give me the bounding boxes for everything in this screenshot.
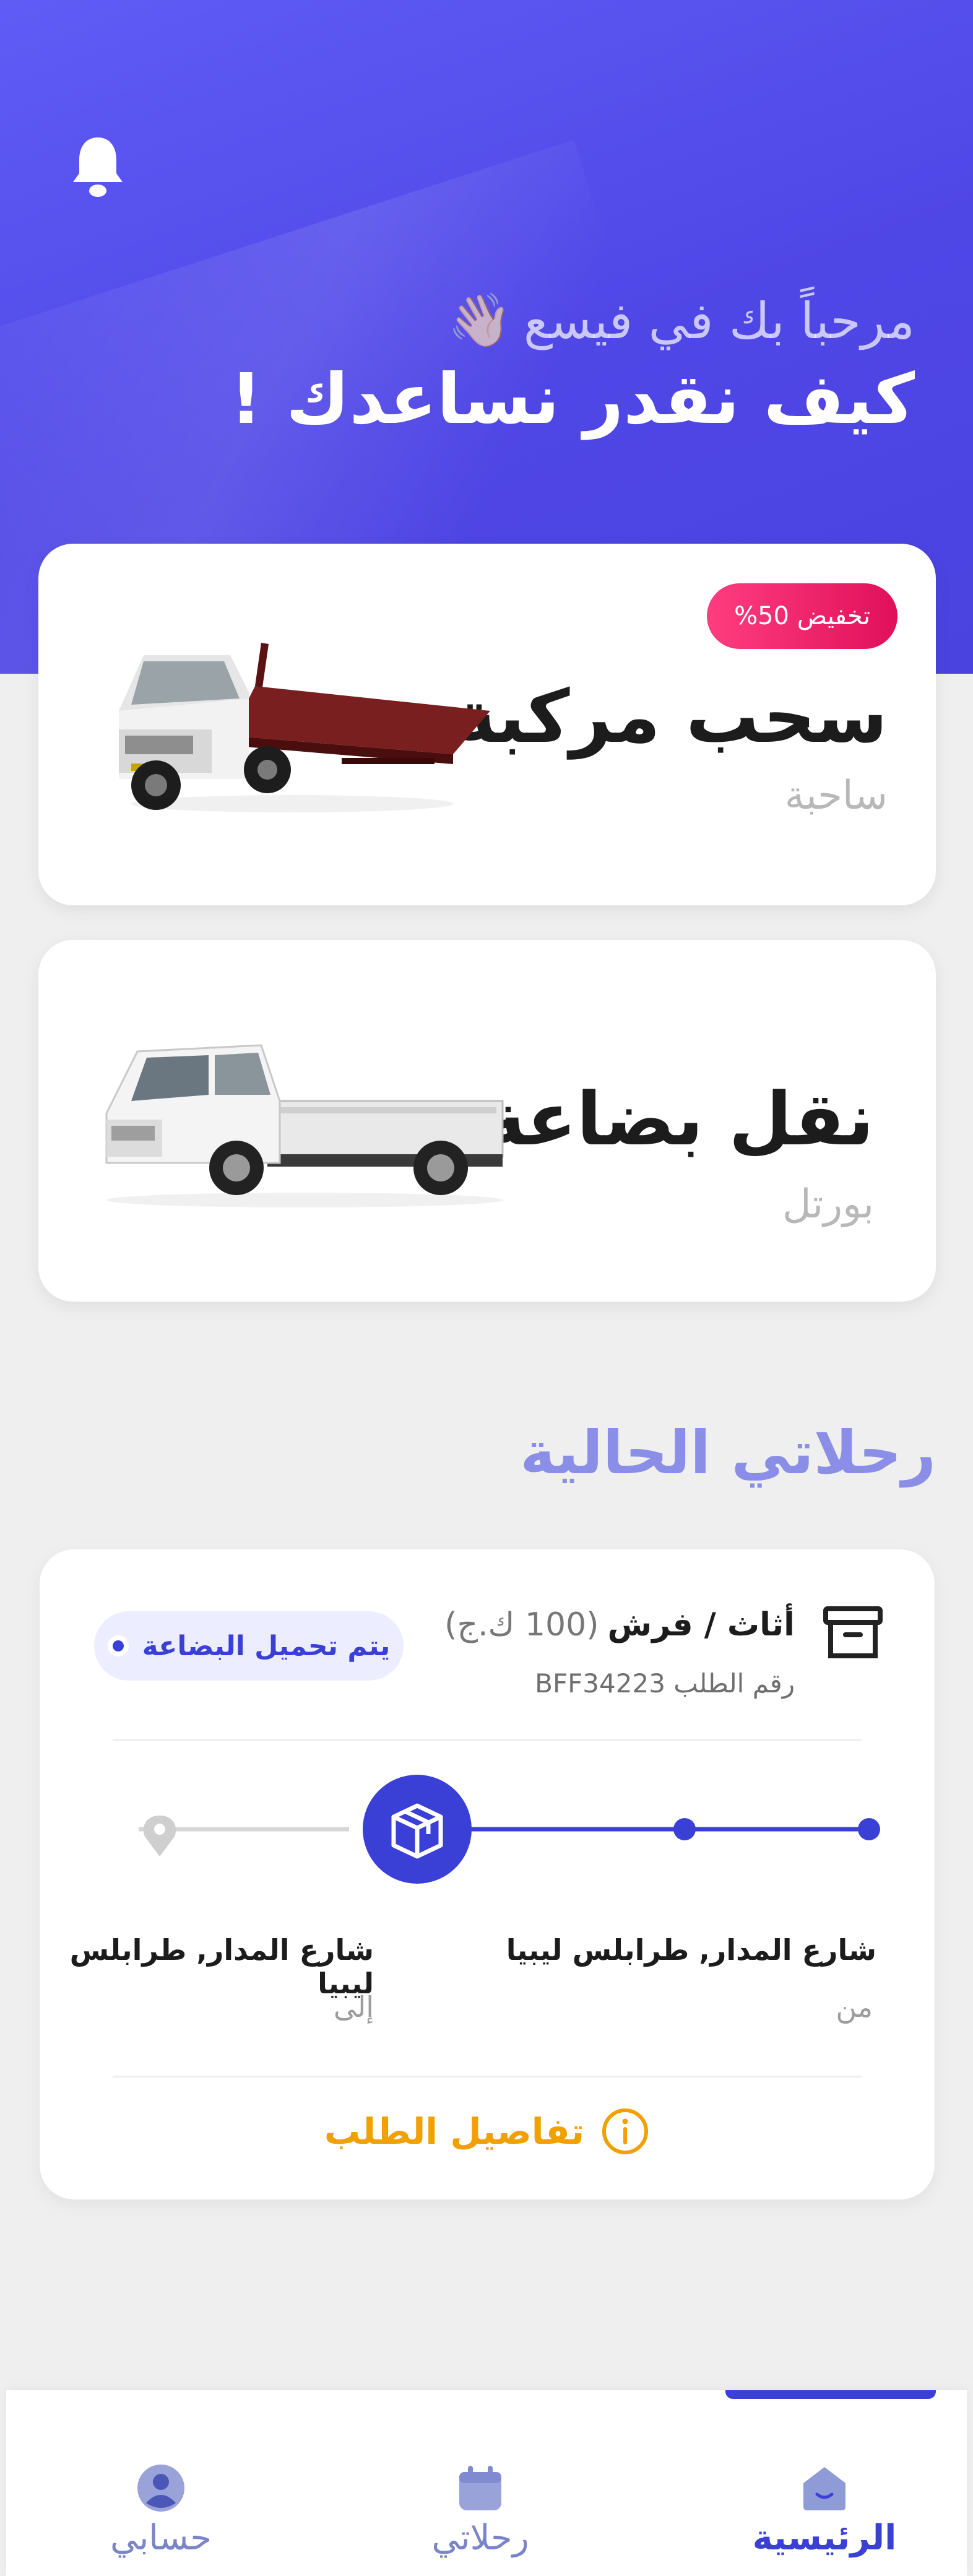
trip-item-name: أثاث / فرش: [607, 1606, 795, 1643]
trip-progress-track: [139, 1775, 880, 1884]
calendar-icon: [459, 2466, 501, 2510]
info-icon: [602, 2108, 649, 2154]
service-subtitle: بورتل: [782, 1181, 874, 1227]
bell-icon[interactable]: [67, 133, 129, 201]
trip-item-title: أثاث / فرش(100 ك.ج): [444, 1606, 795, 1643]
greeting-text: مرحباً بك في فيسع👋🏻: [0, 290, 973, 351]
wave-emoji: 👋🏻: [448, 290, 512, 350]
service-subtitle: ساحبة: [784, 773, 888, 819]
bottom-nav: الرئيسية رحلاتي حسابي: [6, 2390, 967, 2576]
nav-item-account[interactable]: حسابي: [68, 2390, 254, 2576]
trip-item-weight: (100 ك.ج): [444, 1606, 599, 1643]
trip-card[interactable]: أثاث / فرش(100 ك.ج) رقم الطلب BFF34223 ي…: [40, 1549, 935, 2200]
nav-item-home[interactable]: الرئيسية: [732, 2390, 917, 2576]
status-label: يتم تحميل البضاعة: [142, 1630, 391, 1662]
discount-badge: تخفيض 50%: [707, 583, 897, 649]
user-icon: [137, 2465, 184, 2512]
to-label: إلى: [333, 1990, 374, 2024]
service-title: نقل بضاعة: [482, 1076, 874, 1162]
to-address: شارع المدار, طرابلس ليبيا: [69, 1933, 374, 2000]
status-badge: يتم تحميل البضاعة: [94, 1611, 404, 1681]
order-number: رقم الطلب BFF34223: [535, 1668, 795, 1699]
destination-pin-icon: [143, 1816, 176, 1856]
greeting-label: مرحباً بك في فيسع: [523, 292, 915, 350]
nav-label-trips: رحلاتي: [431, 2518, 529, 2558]
nav-item-trips[interactable]: رحلاتي: [387, 2390, 573, 2576]
nav-label-home: الرئيسية: [752, 2518, 897, 2558]
from-address: شارع المدار, طرابلس ليبيا: [506, 1933, 876, 1967]
divider: [113, 2076, 862, 2078]
home-icon: [803, 2467, 845, 2510]
archive-box-icon: [823, 1606, 883, 1658]
status-dot-icon: [107, 1635, 129, 1656]
pickup-truck-image: [105, 1044, 504, 1208]
order-details-link[interactable]: تفاصيل الطلب: [40, 2107, 935, 2156]
service-card-cargo[interactable]: نقل بضاعة بورتل: [38, 940, 936, 1302]
service-title: سحب مركبة: [453, 674, 888, 759]
waypoint-dot: [673, 1818, 696, 1840]
origin-dot: [858, 1818, 880, 1840]
current-trips-title: رحلاتي الحالية: [520, 1418, 936, 1487]
flatbed-tow-truck-image: [119, 643, 490, 812]
page-title: كيف نقدر نساعدك !: [230, 359, 915, 440]
service-card-towing[interactable]: تخفيض 50% سحب مركبة ساحبة: [38, 544, 936, 905]
divider: [113, 1739, 862, 1741]
order-details-label: تفاصيل الطلب: [324, 2110, 585, 2152]
from-label: من: [836, 1990, 873, 2024]
nav-label-account: حسابي: [110, 2518, 212, 2558]
